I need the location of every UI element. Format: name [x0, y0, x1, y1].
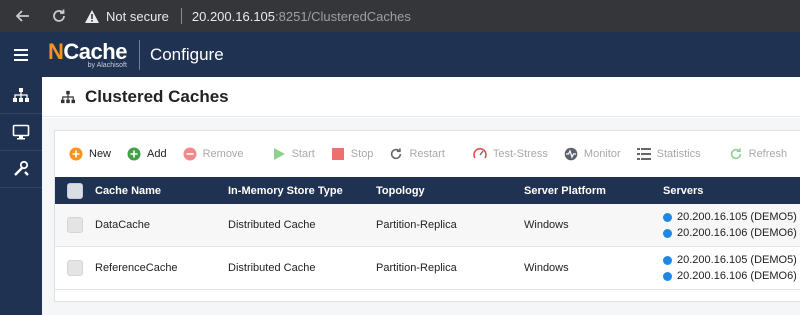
content-area: New Add Remove Start Stop Restart Test-S… [42, 118, 800, 315]
add-button[interactable]: Add [127, 147, 167, 161]
refresh-button[interactable]: Refresh [729, 147, 788, 161]
server-entry: 20.200.16.105 (DEMO5) [663, 254, 800, 266]
column-header-servers[interactable]: Servers [663, 185, 800, 197]
back-arrow-icon[interactable] [8, 0, 38, 32]
not-secure-label[interactable]: Not secure [106, 9, 169, 24]
page-title: Clustered Caches [85, 86, 229, 106]
minus-circle-icon [183, 147, 197, 161]
row-select-cell [55, 260, 95, 276]
url-path: :8251/ClusteredCaches [275, 8, 411, 24]
server-status-dot-icon [663, 271, 672, 281]
server-status-dot-icon [663, 212, 672, 222]
select-all-cell [55, 182, 95, 199]
list-icon [636, 147, 651, 161]
servers-cell: 20.200.16.105 (DEMO5) 20.200.16.106 (DEM… [663, 211, 800, 239]
row-select-cell [55, 217, 95, 233]
stop-label: Stop [350, 148, 374, 160]
column-header-cache-name[interactable]: Cache Name [95, 185, 228, 197]
monitor-button[interactable]: Monitor [564, 147, 621, 161]
refresh-label: Refresh [748, 148, 788, 160]
monitor-icon[interactable] [0, 114, 42, 151]
store-type-cell: Distributed Cache [228, 219, 316, 231]
server-label: 20.200.16.105 (DEMO5) [677, 254, 797, 266]
main-area: Clustered Caches New Add Remove Start St… [42, 77, 800, 315]
table-header: Cache Name In-Memory Store Type Topology… [55, 177, 800, 204]
play-icon [272, 147, 286, 161]
warning-icon[interactable] [84, 8, 100, 24]
app-header: NCache by Alachisoft Configure [0, 32, 800, 77]
logo-cache: Cache [63, 38, 127, 64]
reload-icon[interactable] [44, 0, 74, 32]
store-type-cell: Distributed Cache [228, 262, 316, 274]
test-stress-button[interactable]: Test-Stress [473, 147, 548, 161]
start-button[interactable]: Start [272, 147, 315, 161]
cluster-icon [59, 88, 77, 106]
test-stress-label: Test-Stress [492, 148, 548, 160]
restart-label: Restart [409, 148, 445, 160]
column-header-server-platform[interactable]: Server Platform [524, 185, 663, 197]
server-label: 20.200.16.106 (DEMO6) [677, 227, 797, 239]
ncache-logo[interactable]: NCache by Alachisoft [48, 32, 127, 77]
stop-button[interactable]: Stop [331, 147, 374, 161]
caches-panel: New Add Remove Start Stop Restart Test-S… [54, 130, 800, 302]
pulse-icon [564, 147, 578, 161]
cluster-icon[interactable] [0, 77, 42, 114]
gauge-icon [473, 147, 487, 161]
logo-n: N [48, 38, 64, 64]
url-divider [180, 8, 182, 24]
stop-icon [331, 147, 345, 161]
topology-cell: Partition-Replica [376, 262, 457, 274]
table-row[interactable]: DataCache Distributed Cache Partition-Re… [55, 204, 800, 247]
statistics-button[interactable]: Statistics [636, 147, 701, 161]
server-status-dot-icon [663, 255, 672, 265]
topology-cell: Partition-Replica [376, 219, 457, 231]
remove-button[interactable]: Remove [183, 147, 244, 161]
logo-byline: by Alachisoft [87, 61, 127, 69]
plus-circle-icon [127, 147, 141, 161]
browser-toolbar: Not secure 20.200.16.105:8251/ClusteredC… [0, 0, 800, 32]
new-button[interactable]: New [69, 147, 111, 161]
server-entry: 20.200.16.106 (DEMO6) [663, 270, 800, 282]
server-status-dot-icon [663, 228, 672, 238]
table-row[interactable]: ReferenceCache Distributed Cache Partiti… [55, 247, 800, 290]
column-header-store-type[interactable]: In-Memory Store Type [228, 185, 376, 197]
hamburger-menu-icon[interactable] [0, 32, 42, 77]
toolbar: New Add Remove Start Stop Restart Test-S… [55, 131, 800, 177]
page-header: Clustered Caches [42, 77, 800, 117]
left-rail [0, 77, 42, 315]
remove-label: Remove [202, 148, 244, 160]
platform-cell: Windows [524, 219, 569, 231]
server-label: 20.200.16.106 (DEMO6) [677, 270, 797, 282]
caches-table: Cache Name In-Memory Store Type Topology… [55, 177, 800, 290]
column-header-topology[interactable]: Topology [376, 185, 524, 197]
section-title: Configure [149, 44, 224, 64]
restart-icon [389, 147, 403, 161]
statistics-label: Statistics [656, 148, 701, 160]
restart-button[interactable]: Restart [389, 147, 445, 161]
refresh-icon [729, 147, 743, 161]
monitor-label: Monitor [583, 148, 621, 160]
server-entry: 20.200.16.106 (DEMO6) [663, 227, 800, 239]
row-checkbox[interactable] [67, 260, 83, 276]
url-host: 20.200.16.105 [191, 8, 276, 24]
platform-cell: Windows [524, 262, 569, 274]
select-all-checkbox[interactable] [67, 182, 83, 199]
row-checkbox[interactable] [67, 217, 83, 233]
cache-name-cell: DataCache [95, 219, 151, 231]
header-divider [138, 39, 140, 70]
server-entry: 20.200.16.105 (DEMO5) [663, 211, 800, 223]
start-label: Start [291, 148, 315, 160]
plus-circle-icon [69, 147, 83, 161]
cache-name-cell: ReferenceCache [95, 262, 178, 274]
server-label: 20.200.16.105 (DEMO5) [677, 211, 797, 223]
servers-cell: 20.200.16.105 (DEMO5) 20.200.16.106 (DEM… [663, 254, 800, 282]
tools-icon[interactable] [0, 151, 42, 188]
add-label: Add [147, 148, 167, 160]
address-bar[interactable]: 20.200.16.105:8251/ClusteredCaches [192, 9, 411, 24]
new-label: New [89, 148, 112, 160]
